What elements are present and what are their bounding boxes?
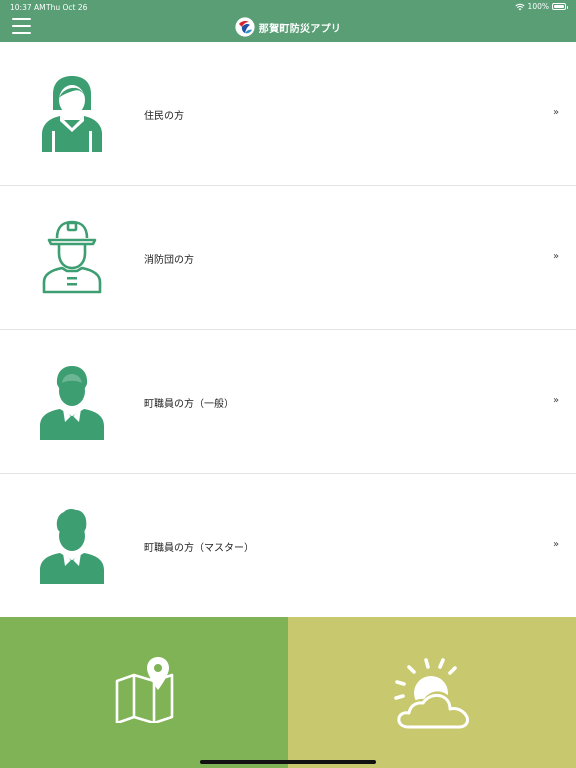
list-item-label: 消防団の方 [144, 255, 194, 266]
home-indicator[interactable] [200, 760, 376, 764]
navigation-bar: 10:37 AM Thu Oct 26 100% 那賀町防災アプリ [0, 0, 576, 42]
status-date: Thu Oct 26 [46, 3, 88, 12]
battery-percent: 100% [527, 2, 549, 11]
battery-icon [552, 3, 568, 10]
sun-cloud-icon [394, 658, 472, 730]
staff-master-icon [40, 508, 104, 584]
bottom-tiles [0, 617, 576, 768]
chevron-right-icon: » [553, 251, 560, 262]
wifi-icon [514, 3, 525, 10]
chevron-right-icon: » [553, 107, 560, 118]
list-item-label: 町職員の方（マスター） [144, 543, 254, 554]
list-item-label: 住民の方 [144, 111, 184, 122]
app-title: 那賀町防災アプリ [258, 23, 342, 35]
staff-man-icon [40, 366, 104, 440]
role-list: 住民の方 » 消防団の方 » 町職員の方（一般） » 町職員の方（マスター） » [0, 42, 576, 618]
list-item-firefighter[interactable]: 消防団の方 » [0, 186, 576, 330]
resident-woman-icon [42, 76, 102, 152]
town-logo [235, 17, 255, 37]
app-screen: 10:37 AM Thu Oct 26 100% 那賀町防災アプリ 住民の方 »… [0, 0, 576, 768]
list-item-resident[interactable]: 住民の方 » [0, 42, 576, 186]
weather-tile-button[interactable] [288, 617, 576, 768]
map-tile-button[interactable] [0, 617, 288, 768]
chevron-right-icon: » [553, 395, 560, 406]
chevron-right-icon: » [553, 539, 560, 550]
list-item-label: 町職員の方（一般） [144, 399, 234, 410]
header-title-group: 那賀町防災アプリ [0, 17, 576, 37]
status-time: 10:37 AM [10, 3, 46, 12]
status-bar: 10:37 AM Thu Oct 26 100% [0, 0, 576, 14]
map-pin-icon [115, 657, 174, 723]
status-right: 100% [514, 2, 568, 11]
firefighter-icon [42, 220, 102, 294]
list-item-staff-master[interactable]: 町職員の方（マスター） » [0, 474, 576, 618]
list-item-staff-general[interactable]: 町職員の方（一般） » [0, 330, 576, 474]
